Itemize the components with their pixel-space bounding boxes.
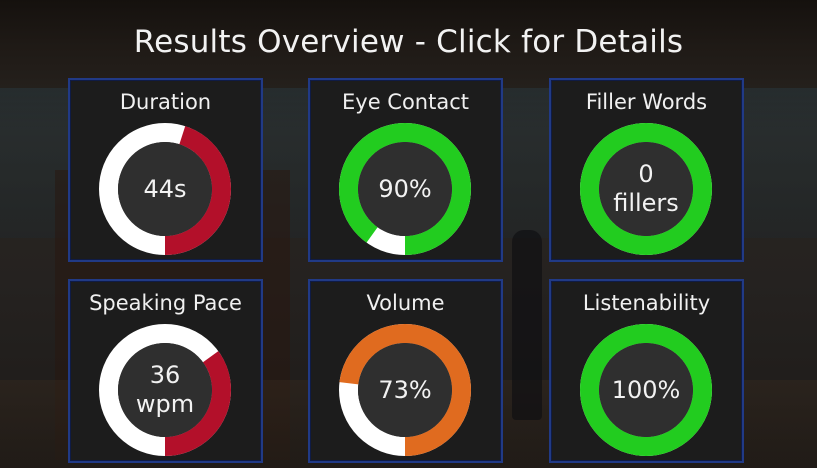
- metric-title: Volume: [366, 291, 445, 315]
- metric-value: 0 fillers: [613, 160, 679, 217]
- metric-title: Speaking Pace: [89, 291, 242, 315]
- metric-title: Listenability: [582, 291, 711, 315]
- metric-value: 36 wpm: [135, 361, 195, 418]
- metric-card-filler-words[interactable]: Filler Words 0 fillers: [549, 78, 744, 262]
- progress-ring: 90%: [338, 122, 472, 256]
- progress-ring: 100%: [579, 323, 713, 457]
- background-person: [512, 230, 542, 420]
- progress-ring: 73%: [338, 323, 472, 457]
- metric-value: 73%: [378, 375, 432, 404]
- metric-card-volume[interactable]: Volume 73%: [308, 279, 503, 463]
- progress-ring: 44s: [98, 122, 232, 256]
- metric-value: 90%: [378, 174, 432, 203]
- page-title: Results Overview - Click for Details: [133, 24, 684, 60]
- metric-title: Eye Contact: [342, 90, 469, 114]
- metric-card-speaking-pace[interactable]: Speaking Pace 36 wpm: [68, 279, 263, 463]
- metric-value: 44s: [143, 174, 187, 203]
- metric-title: Filler Words: [585, 90, 708, 114]
- progress-ring: 36 wpm: [98, 323, 232, 457]
- metric-title: Duration: [119, 90, 212, 114]
- metric-card-eye-contact[interactable]: Eye Contact 90%: [308, 78, 503, 262]
- progress-ring: 0 fillers: [579, 122, 713, 256]
- metric-value: 100%: [611, 375, 681, 404]
- metric-card-listenability[interactable]: Listenability 100%: [549, 279, 744, 463]
- metric-card-duration[interactable]: Duration 44s: [68, 78, 263, 262]
